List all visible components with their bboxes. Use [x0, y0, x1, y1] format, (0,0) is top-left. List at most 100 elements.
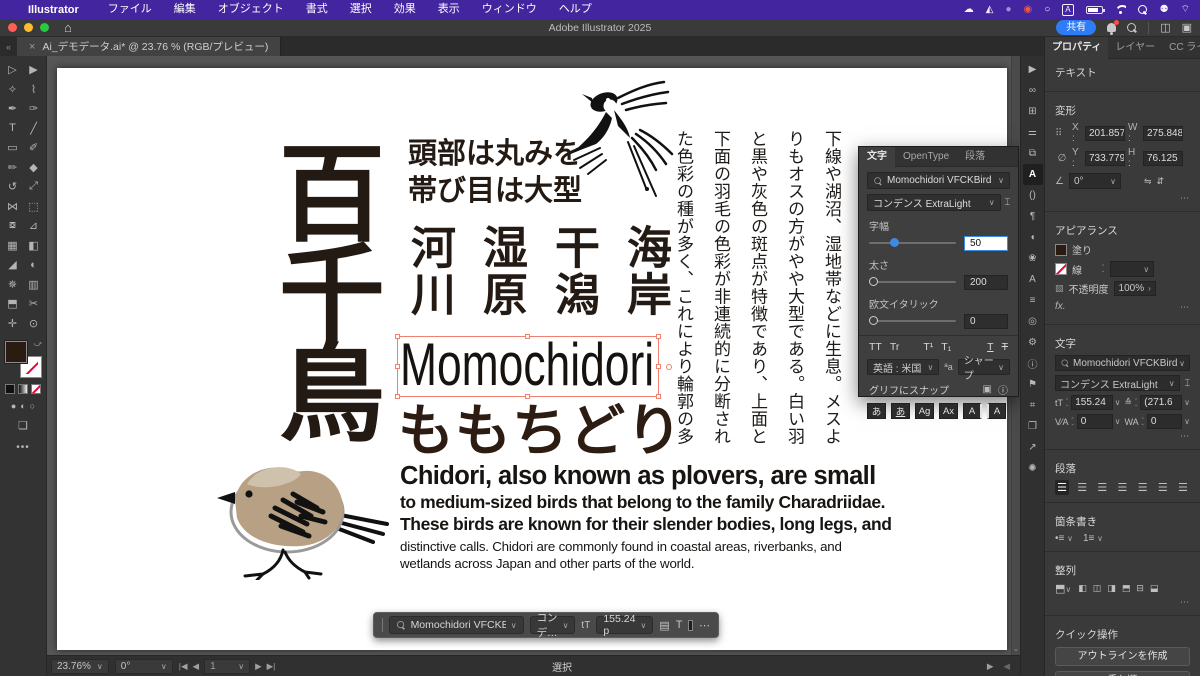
- flying-bird-illustration[interactable]: [548, 76, 680, 210]
- handle-top-right[interactable]: [656, 334, 661, 339]
- strikethrough-button[interactable]: T: [1002, 341, 1008, 353]
- taskbar-more-icon[interactable]: ⋯: [699, 619, 710, 632]
- rectangle-tool[interactable]: ▭: [2, 138, 23, 158]
- italic-axis-value[interactable]: 0: [964, 313, 1008, 329]
- align-bottom-icon[interactable]: ⬓: [1150, 583, 1159, 594]
- toggle-kerning-left[interactable]: A: [963, 403, 982, 419]
- scroll-down-icon[interactable]: ⌄: [1013, 645, 1019, 653]
- pencil-tool[interactable]: ✏: [2, 158, 23, 178]
- align-top-icon[interactable]: ⬒: [1122, 583, 1131, 594]
- gradient-tool[interactable]: ◧: [23, 236, 44, 256]
- fill-swatch[interactable]: [5, 341, 27, 363]
- scale-tool[interactable]: ⤢: [23, 177, 44, 197]
- taskbar-size-dropdown[interactable]: 155.24 p ∨: [596, 613, 654, 637]
- zoom-tool[interactable]: ⊙: [23, 314, 44, 334]
- transparency-panel-icon[interactable]: ◎: [1023, 311, 1043, 332]
- line-segment-tool[interactable]: ╱: [23, 119, 44, 139]
- w-field[interactable]: 275.848: [1143, 125, 1183, 141]
- column-graph-tool[interactable]: ▥: [23, 275, 44, 295]
- perspective-grid-tool[interactable]: ⊿: [23, 216, 44, 236]
- type-options-icon[interactable]: T: [676, 619, 683, 631]
- handle-rotate[interactable]: [666, 363, 672, 370]
- leading-field[interactable]: (271.6: [1140, 395, 1183, 410]
- home-icon[interactable]: ⌂: [64, 20, 72, 35]
- artwork-vertical-paragraph[interactable]: 下線や湖沼、湿地帯などに生息。メスよ りもオスの方がやや大型である。白い羽 と黒や灰…: [665, 130, 850, 452]
- align-middle-icon[interactable]: ⊟: [1136, 583, 1144, 594]
- spotlight-icon[interactable]: [1137, 4, 1148, 15]
- character-panel-icon[interactable]: A: [1022, 164, 1043, 185]
- width-tool[interactable]: ⋈: [2, 197, 23, 217]
- slider-track[interactable]: [869, 316, 956, 325]
- numbered-list-button[interactable]: 1≡ ∨: [1083, 533, 1103, 544]
- tab-cc-libraries[interactable]: CC ライブラリ: [1162, 37, 1200, 59]
- stroke-weight-dropdown[interactable]: ∨: [1110, 261, 1155, 277]
- first-artboard-button[interactable]: |◀: [179, 661, 188, 672]
- font-size-stepper[interactable]: ⌃ ⌄: [1065, 398, 1069, 407]
- character-panel-icon[interactable]: ▤: [659, 619, 669, 632]
- width-axis-value[interactable]: 50: [964, 235, 1008, 251]
- weight-axis-value[interactable]: 200: [964, 274, 1008, 290]
- slider-knob[interactable]: [869, 316, 878, 325]
- minimize-window-button[interactable]: [24, 23, 33, 32]
- selection-tool[interactable]: ▷: [2, 60, 23, 80]
- toggle-aki-left[interactable]: Ag: [915, 403, 934, 419]
- eyedropper-tool[interactable]: ◢: [2, 255, 23, 275]
- transform-panel-icon[interactable]: ⊞: [1023, 101, 1043, 122]
- artwork-english-heading[interactable]: Chidori, also known as plovers, are smal…: [400, 462, 876, 491]
- all-caps-button[interactable]: TT: [869, 341, 882, 353]
- none-button[interactable]: [31, 384, 41, 394]
- tab-properties[interactable]: プロパティ: [1045, 36, 1109, 59]
- scroll-left-icon[interactable]: ◀: [1003, 661, 1010, 672]
- share-button[interactable]: 共有: [1056, 20, 1097, 35]
- artboards-panel-icon[interactable]: ❐: [1023, 416, 1043, 437]
- handle-top-center[interactable]: [525, 334, 530, 339]
- type-tool[interactable]: T: [2, 119, 23, 139]
- actions-panel-icon[interactable]: ▶: [1023, 59, 1043, 80]
- opacity-field[interactable]: 100% ›: [1113, 281, 1156, 296]
- menu-illustrator[interactable]: Illustrator: [28, 4, 79, 16]
- input-source-icon[interactable]: A: [1062, 3, 1074, 16]
- export-panel-icon[interactable]: ↗: [1023, 437, 1043, 458]
- blend-tool[interactable]: ◐: [23, 255, 44, 275]
- taskbar-drag-handle[interactable]: [382, 618, 383, 632]
- align-more-options[interactable]: ⋯: [1055, 597, 1190, 608]
- tracking-stepper[interactable]: ⌃ ⌄: [1141, 417, 1145, 426]
- align-left-button[interactable]: ☰: [1055, 480, 1070, 495]
- effects-fx-icon[interactable]: fx.: [1055, 301, 1066, 312]
- draw-inside-icon[interactable]: ○: [30, 401, 35, 411]
- asset-export-panel-icon[interactable]: ✺: [1023, 458, 1043, 479]
- curvature-tool[interactable]: ✑: [23, 99, 44, 119]
- arrange-documents-icon[interactable]: ▣: [1182, 21, 1192, 34]
- shape-icon[interactable]: ○: [1044, 0, 1050, 19]
- handle-top-left[interactable]: [395, 334, 400, 339]
- screen-record-icon[interactable]: ◉: [1024, 0, 1033, 19]
- scroll-right-icon[interactable]: ▶: [987, 661, 994, 672]
- pattern-options-panel-icon[interactable]: ⚙: [1023, 332, 1043, 353]
- slider-track[interactable]: [869, 238, 956, 247]
- opentype-panel-icon[interactable]: (): [1023, 185, 1043, 206]
- justify-last-right-button[interactable]: ☰: [1156, 480, 1170, 495]
- align-center-icon[interactable]: ◫: [1093, 583, 1102, 594]
- glyphs-panel-icon[interactable]: A: [1023, 269, 1043, 290]
- slider-knob[interactable]: [869, 277, 878, 286]
- paragraph-panel-icon[interactable]: ¶: [1023, 206, 1043, 227]
- appearance-more-options[interactable]: ⋯: [1180, 302, 1190, 313]
- taskbar-style-dropdown[interactable]: コンデ… ∨: [529, 612, 576, 639]
- small-caps-button[interactable]: Tr: [890, 341, 900, 353]
- toggle-tate-chu-yoko[interactable]: あ: [867, 403, 886, 419]
- tab-character[interactable]: 文字: [859, 146, 895, 167]
- battery-icon[interactable]: [1085, 5, 1105, 14]
- last-artboard-button[interactable]: ▶|: [267, 661, 276, 672]
- pp-font-family-dropdown[interactable]: Momochidori VFCKBird ∨: [1055, 355, 1190, 371]
- color-button[interactable]: [5, 384, 15, 394]
- align-panel-icon[interactable]: ⚌: [1023, 122, 1043, 143]
- align-to-dropdown[interactable]: ⬒∨: [1055, 582, 1071, 595]
- menubar-dot-icon[interactable]: ●: [1005, 0, 1011, 19]
- draw-normal-icon[interactable]: ●: [11, 401, 16, 411]
- artboard-tool[interactable]: ⬒: [2, 294, 23, 314]
- swap-fill-stroke-icon[interactable]: ⤻: [33, 339, 42, 349]
- draw-behind-icon[interactable]: ◐: [20, 401, 25, 411]
- pp-font-style-dropdown[interactable]: コンデンス ExtraLight ∨: [1055, 375, 1180, 391]
- align-center-button[interactable]: ☰: [1075, 480, 1089, 495]
- stroke-panel-icon[interactable]: ≡: [1023, 290, 1043, 311]
